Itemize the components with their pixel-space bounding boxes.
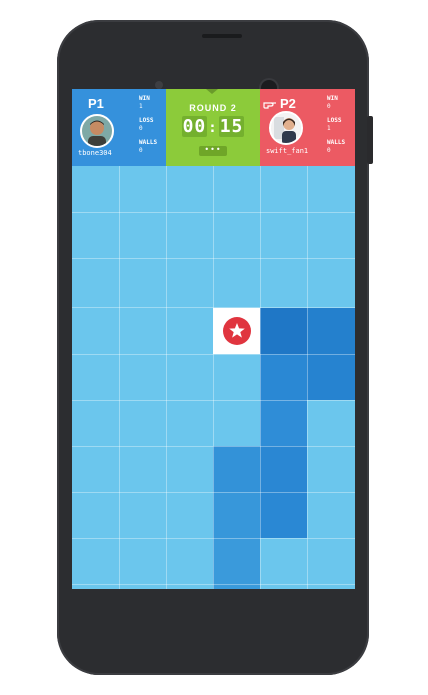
phone-speaker — [202, 34, 242, 38]
timer-minutes: 00 — [181, 116, 208, 137]
player2-username: swift_fan1 — [266, 147, 309, 155]
player1-loss: LOSS 0 — [139, 117, 153, 133]
player2-win-label: WIN — [327, 95, 338, 102]
game-screen: P1 tbone304 WIN 1 LOSS 0 WALLS 0 ROUND 2… — [72, 89, 355, 589]
star-goal-cell[interactable] — [213, 308, 260, 354]
grid-line — [213, 166, 214, 589]
wall-cell[interactable] — [260, 308, 307, 354]
round-timer: 00:15 — [181, 116, 245, 137]
player2-walls-label: WALLS — [327, 139, 346, 146]
round-panel: ROUND 2 00:15 ••• — [166, 89, 260, 166]
player2-loss-value: 1 — [327, 125, 331, 132]
more-menu-button[interactable]: ••• — [199, 146, 227, 156]
timer-seconds: 15 — [218, 116, 245, 137]
hand-pointer-icon — [263, 102, 276, 109]
grid-line — [166, 166, 167, 589]
wall-cell[interactable] — [260, 354, 307, 400]
wall-cell[interactable] — [260, 446, 307, 492]
wall-cell[interactable] — [213, 446, 260, 492]
game-board[interactable] — [72, 166, 355, 589]
player1-win-label: WIN — [139, 95, 150, 102]
pull-down-notch[interactable] — [206, 89, 218, 94]
phone-sensor — [155, 81, 163, 89]
player1-walls-value: 0 — [139, 147, 143, 154]
player1-win-value: 1 — [139, 103, 143, 110]
player1-walls-label: WALLS — [139, 139, 158, 146]
grid-line — [307, 166, 308, 589]
wall-cell[interactable] — [260, 492, 307, 538]
player2-loss-label: LOSS — [327, 117, 342, 124]
wall-cell[interactable] — [260, 400, 307, 446]
player1-panel: P1 tbone304 WIN 1 LOSS 0 WALLS 0 — [72, 89, 166, 166]
hud: P1 tbone304 WIN 1 LOSS 0 WALLS 0 ROUND 2… — [72, 89, 355, 166]
player2-panel: P2 swift_fan1 WIN 0 LOSS 1 WALLS 0 — [260, 89, 355, 166]
grid-line — [72, 258, 355, 259]
grid-line — [260, 166, 261, 589]
player2-win: WIN 0 — [327, 95, 338, 111]
player1-loss-label: LOSS — [139, 117, 154, 124]
grid-line — [72, 400, 355, 401]
player1-win: WIN 1 — [139, 95, 150, 111]
star-icon — [229, 323, 245, 338]
player2-win-value: 0 — [327, 103, 331, 110]
player2-avatar[interactable] — [269, 111, 303, 145]
player1-tag: P1 — [88, 96, 104, 111]
grid-line — [72, 584, 355, 585]
player2-walls: WALLS 0 — [327, 139, 345, 155]
player2-avatar-image — [271, 113, 301, 143]
player2-tag: P2 — [280, 96, 296, 111]
player1-avatar-image — [82, 116, 112, 146]
round-label: ROUND 2 — [189, 103, 237, 113]
wall-cell[interactable] — [307, 354, 355, 400]
grid-line — [72, 354, 355, 355]
grid-line — [72, 212, 355, 213]
player1-username: tbone304 — [78, 149, 112, 157]
grid-line — [72, 538, 355, 539]
wall-cell[interactable] — [307, 308, 355, 354]
wall-cell[interactable] — [213, 492, 260, 538]
player1-walls: WALLS 0 — [139, 139, 157, 155]
player1-loss-value: 0 — [139, 125, 143, 132]
grid-line — [72, 492, 355, 493]
grid-line — [119, 166, 120, 589]
player1-avatar[interactable] — [80, 114, 114, 148]
wall-cell[interactable] — [213, 538, 260, 584]
star-badge — [223, 317, 251, 345]
player2-loss: LOSS 1 — [327, 117, 341, 133]
player2-walls-value: 0 — [327, 147, 331, 154]
grid-line — [72, 446, 355, 447]
phone-side-button — [367, 116, 373, 164]
